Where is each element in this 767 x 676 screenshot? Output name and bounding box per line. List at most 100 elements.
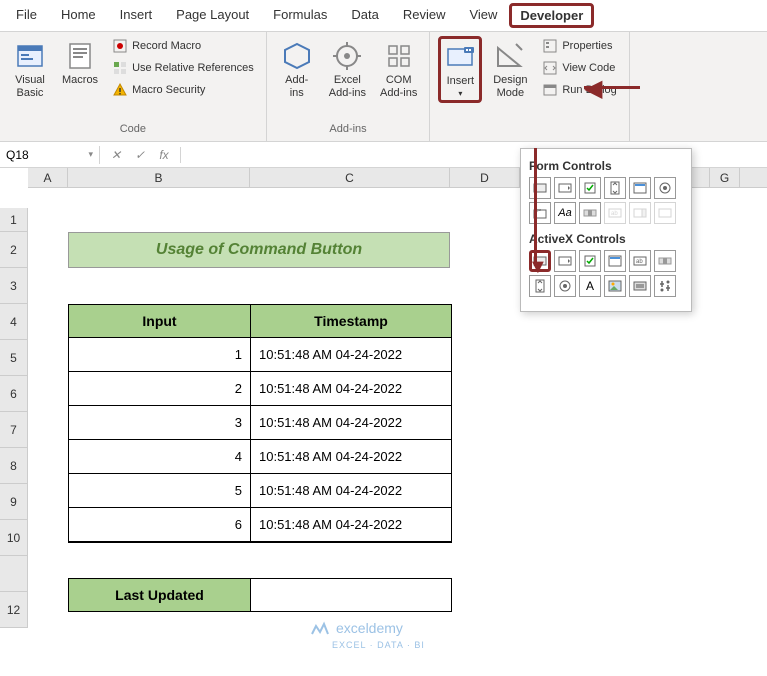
row-header-6[interactable]: 6 [0,376,27,412]
cell-input[interactable]: 2 [69,372,251,406]
form-label-control[interactable]: Aa [554,202,576,224]
activex-combo-control[interactable] [554,250,576,272]
activex-image-control[interactable] [604,275,626,297]
tab-insert[interactable]: Insert [108,1,165,31]
row-header-4[interactable]: 4 [0,304,27,340]
fx-icon[interactable]: fx [156,147,172,163]
view-code-label: View Code [562,62,615,74]
activex-controls-grid: ab A [529,250,683,297]
header-input[interactable]: Input [69,305,251,338]
header-timestamp[interactable]: Timestamp [251,305,451,338]
last-updated-label[interactable]: Last Updated [69,579,251,611]
tab-home[interactable]: Home [49,1,108,31]
col-header-g[interactable]: G [710,168,740,187]
activex-listbox-control[interactable] [604,250,626,272]
activex-checkbox-control[interactable] [579,250,601,272]
use-relative-button[interactable]: Use Relative References [108,58,258,78]
last-updated-value[interactable] [251,579,451,611]
cell-timestamp[interactable]: 10:51:48 AM 04-24-2022 [251,440,451,474]
properties-button[interactable]: Properties [538,36,620,56]
chevron-down-icon: ▾ [88,149,93,160]
macros-label: Macros [62,74,98,86]
row-header-8[interactable]: 8 [0,448,27,484]
design-mode-button[interactable]: Design Mode [488,36,532,104]
cell-input[interactable]: 5 [69,474,251,508]
tab-data[interactable]: Data [339,1,390,31]
insert-controls-button[interactable]: Insert ▾ [438,36,482,103]
activex-label-control[interactable]: A [579,275,601,297]
col-header-d[interactable]: D [450,168,520,187]
form-checkbox-control[interactable] [579,177,601,199]
table-row: 2 10:51:48 AM 04-24-2022 [69,372,451,406]
cell-timestamp[interactable]: 10:51:48 AM 04-24-2022 [251,372,451,406]
record-macro-label: Record Macro [132,40,201,52]
view-code-button[interactable]: View Code [538,58,620,78]
form-spinner-control[interactable] [604,177,626,199]
cell-timestamp[interactable]: 10:51:48 AM 04-24-2022 [251,338,451,372]
cell-timestamp[interactable]: 10:51:48 AM 04-24-2022 [251,474,451,508]
row-header-12[interactable]: 12 [0,592,27,628]
activex-textbox-control[interactable]: ab [629,250,651,272]
com-addins-button[interactable]: COM Add-ins [376,36,421,104]
row-header-9[interactable]: 9 [0,484,27,520]
excel-addins-icon [331,40,363,72]
run-dialog-button[interactable]: Run Dialog [538,80,620,100]
name-box[interactable]: Q18 ▾ [0,146,100,164]
visual-basic-button[interactable]: Visual Basic [8,36,52,104]
cell-timestamp[interactable]: 10:51:48 AM 04-24-2022 [251,406,451,440]
macro-security-button[interactable]: Macro Security [108,80,258,100]
data-table: Input Timestamp 1 10:51:48 AM 04-24-2022… [68,304,452,543]
insert-controls-icon [444,41,476,73]
activex-scrollbar-control[interactable] [654,250,676,272]
accept-formula-icon[interactable]: ✓ [132,147,148,163]
tab-view[interactable]: View [457,1,509,31]
cell-input[interactable]: 6 [69,508,251,542]
form-scrollbar-control[interactable] [579,202,601,224]
form-dropdown-control[interactable] [654,202,676,224]
cell-timestamp[interactable]: 10:51:48 AM 04-24-2022 [251,508,451,542]
cell-input[interactable]: 4 [69,440,251,474]
col-header-c[interactable]: C [250,168,450,187]
row-header-2[interactable]: 2 [0,232,27,268]
design-mode-icon [494,40,526,72]
form-listbox-control[interactable] [629,177,651,199]
tab-review[interactable]: Review [391,1,458,31]
excel-addins-button[interactable]: Excel Add-ins [325,36,370,104]
cell-input[interactable]: 1 [69,338,251,372]
row-header-5[interactable]: 5 [0,340,27,376]
insert-controls-label: Insert [447,75,475,87]
form-controls-grid: xyz Aa ab [529,177,683,224]
addins-icon [281,40,313,72]
row-header-10[interactable]: 10 [0,520,27,556]
form-button-control[interactable] [529,177,551,199]
col-header-a[interactable]: A [28,168,68,187]
row-header-3[interactable]: 3 [0,268,27,304]
form-combo2-control[interactable] [629,202,651,224]
form-groupbox-control[interactable]: xyz [529,202,551,224]
ribbon-tabs: File Home Insert Page Layout Formulas Da… [0,0,767,32]
annotation-arrow-vertical [534,148,537,266]
row-header-1[interactable]: 1 [0,208,27,232]
activex-toggle-control[interactable] [629,275,651,297]
tab-page-layout[interactable]: Page Layout [164,1,261,31]
macros-button[interactable]: Macros [58,36,102,90]
tab-file[interactable]: File [4,1,49,31]
tab-developer[interactable]: Developer [509,3,594,28]
addins-button[interactable]: Add- ins [275,36,319,104]
form-option-control[interactable] [654,177,676,199]
activex-option-control[interactable] [554,275,576,297]
activex-controls-title: ActiveX Controls [529,232,683,246]
sheet-title-cell[interactable]: Usage of Command Button [68,232,450,268]
form-textfield-control[interactable]: ab [604,202,626,224]
col-header-b[interactable]: B [68,168,250,187]
activex-more-control[interactable] [654,275,676,297]
cancel-formula-icon[interactable]: ✕ [108,147,124,163]
form-combo-control[interactable] [554,177,576,199]
com-addins-label: COM Add-ins [380,74,417,100]
cell-input[interactable]: 3 [69,406,251,440]
row-header-11[interactable] [0,556,27,592]
record-macro-button[interactable]: Record Macro [108,36,258,56]
row-header-7[interactable]: 7 [0,412,27,448]
record-macro-icon [112,38,128,54]
tab-formulas[interactable]: Formulas [261,1,339,31]
